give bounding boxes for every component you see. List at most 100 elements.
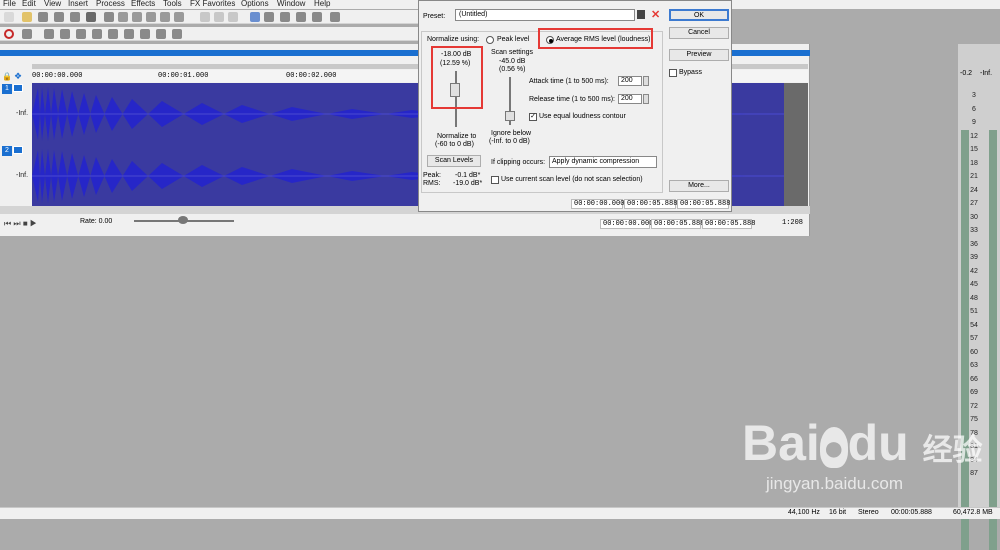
meter-scale-label: 12: [970, 132, 978, 140]
equal-loudness-label: Use equal loudness contour: [539, 113, 626, 120]
attack-spinner[interactable]: [643, 76, 649, 86]
cut-icon[interactable]: [104, 12, 114, 22]
next-marker-icon[interactable]: [172, 29, 182, 39]
copy-icon[interactable]: [118, 12, 128, 22]
meter-scale-label: 9: [972, 119, 976, 126]
ignore-slider-thumb[interactable]: [505, 111, 515, 121]
scan-pct: (0.56 %): [499, 66, 526, 73]
meter-scale-label: 24: [970, 186, 978, 194]
properties-icon[interactable]: [86, 12, 96, 22]
transport-mini-icons[interactable]: ⏮ ⏭ ■ ▶​: [4, 219, 37, 229]
zoom-ratio: 1:208: [782, 219, 804, 227]
meter-scale-label: 51: [970, 308, 978, 315]
selection-end[interactable]: 00:00:05.888: [651, 219, 704, 229]
track-gray-end: [784, 83, 808, 207]
event-tool-icon[interactable]: [312, 12, 322, 22]
stop-icon[interactable]: [92, 29, 102, 39]
dialog-time-length[interactable]: 00:00:05.888: [677, 199, 730, 209]
menu-process[interactable]: Process: [96, 0, 125, 8]
snap-icon[interactable]: ❖: [14, 71, 22, 82]
render-icon[interactable]: [70, 12, 80, 22]
play-icon[interactable]: [60, 29, 70, 39]
meter-right-peak: -Inf.: [980, 70, 993, 77]
menu-insert[interactable]: Insert: [68, 0, 88, 8]
menu-help[interactable]: Help: [314, 0, 330, 8]
track-number[interactable]: 1: [2, 84, 12, 94]
minimize-track-button[interactable]: [13, 84, 23, 92]
refresh-icon[interactable]: [330, 12, 340, 22]
rate-slider-thumb[interactable]: [178, 216, 188, 224]
loop-icon[interactable]: [22, 29, 32, 39]
menu-fx-favorites[interactable]: FX Favorites: [190, 0, 235, 8]
save-preset-icon[interactable]: [637, 10, 645, 19]
menu-window[interactable]: Window: [277, 0, 305, 8]
more-button[interactable]: More...: [669, 180, 729, 192]
preview-button[interactable]: Preview: [669, 49, 729, 61]
meter-scale-label: 33: [970, 227, 978, 234]
menu-file[interactable]: File: [3, 0, 16, 8]
fast-forward-icon[interactable]: [140, 29, 150, 39]
menu-tools[interactable]: Tools: [163, 0, 182, 8]
normalize-using-label: Normalize using:: [427, 36, 480, 43]
transport-toolbar: [0, 27, 420, 41]
track-number[interactable]: 2: [2, 146, 12, 156]
save-icon[interactable]: [38, 12, 48, 22]
use-current-scan-label: Use current scan level (do not scan sele…: [501, 176, 643, 183]
go-to-start-icon[interactable]: [108, 29, 118, 39]
peak-level-radio[interactable]: [486, 36, 494, 44]
go-to-end-icon[interactable]: [156, 29, 166, 39]
track-peak-label: -Inf.: [16, 172, 29, 179]
menu-edit[interactable]: Edit: [22, 0, 36, 8]
record-icon[interactable]: [4, 29, 14, 39]
use-current-scan-checkbox[interactable]: [491, 176, 499, 184]
watermark-cn: 经验: [922, 434, 983, 467]
preset-label: Preset:: [423, 13, 446, 20]
delete-preset-icon[interactable]: ✕: [651, 8, 660, 21]
save-as-icon[interactable]: [54, 12, 64, 22]
meter-scale-label: 3: [972, 92, 976, 99]
menu-view[interactable]: View: [44, 0, 61, 8]
scan-levels-button[interactable]: Scan Levels: [427, 155, 481, 167]
pencil-tool-icon[interactable]: [280, 12, 290, 22]
lock-icon[interactable]: 🔒: [2, 72, 12, 81]
menu-effects[interactable]: Effects: [131, 0, 155, 8]
undo-icon[interactable]: [200, 12, 210, 22]
clipping-dropdown[interactable]: Apply dynamic compression: [549, 156, 657, 168]
ruler-tick: 00:00:02.000: [286, 72, 337, 80]
open-folder-icon[interactable]: [22, 12, 32, 22]
rms-highlight: [538, 28, 653, 49]
play-all-icon[interactable]: [44, 29, 54, 39]
mix-icon[interactable]: [146, 12, 156, 22]
watermark-brand2: du: [847, 415, 909, 471]
minimize-track-button[interactable]: [13, 146, 23, 154]
ok-button[interactable]: OK: [669, 9, 729, 21]
trim-icon[interactable]: [160, 12, 170, 22]
release-spinner[interactable]: [643, 94, 649, 104]
attack-input[interactable]: 200: [618, 76, 642, 86]
meter-scale-label: 39: [970, 254, 978, 261]
dialog-time-end[interactable]: 00:00:05.888: [624, 199, 677, 209]
equal-loudness-checkbox[interactable]: ✓: [529, 113, 537, 121]
meter-scale-label: 15: [970, 146, 978, 153]
selection-length[interactable]: 00:00:05.888: [702, 219, 755, 229]
dialog-time-start[interactable]: 00:00:00.000: [571, 199, 624, 209]
paste-icon[interactable]: [132, 12, 142, 22]
release-input[interactable]: 200: [618, 94, 642, 104]
ignore-range-label: (-Inf. to 0 dB): [489, 138, 530, 145]
edit-tool-icon[interactable]: [250, 12, 260, 22]
bypass-checkbox[interactable]: [669, 69, 677, 77]
magnify-tool-icon[interactable]: [264, 12, 274, 22]
menu-options[interactable]: Options: [241, 0, 269, 8]
new-file-icon[interactable]: [4, 12, 14, 22]
preset-dropdown[interactable]: (Untitled): [455, 9, 635, 21]
attack-label: Attack time (1 to 500 ms):: [529, 78, 609, 85]
redo-icon[interactable]: [214, 12, 224, 22]
rewind-icon[interactable]: [124, 29, 134, 39]
crop-icon[interactable]: [174, 12, 184, 22]
meter-scale-label: 72: [970, 402, 978, 410]
envelope-tool-icon[interactable]: [296, 12, 306, 22]
pause-icon[interactable]: [76, 29, 86, 39]
selection-start[interactable]: 00:00:00.000: [600, 219, 653, 229]
repeat-icon[interactable]: [228, 12, 238, 22]
cancel-button[interactable]: Cancel: [669, 27, 729, 39]
